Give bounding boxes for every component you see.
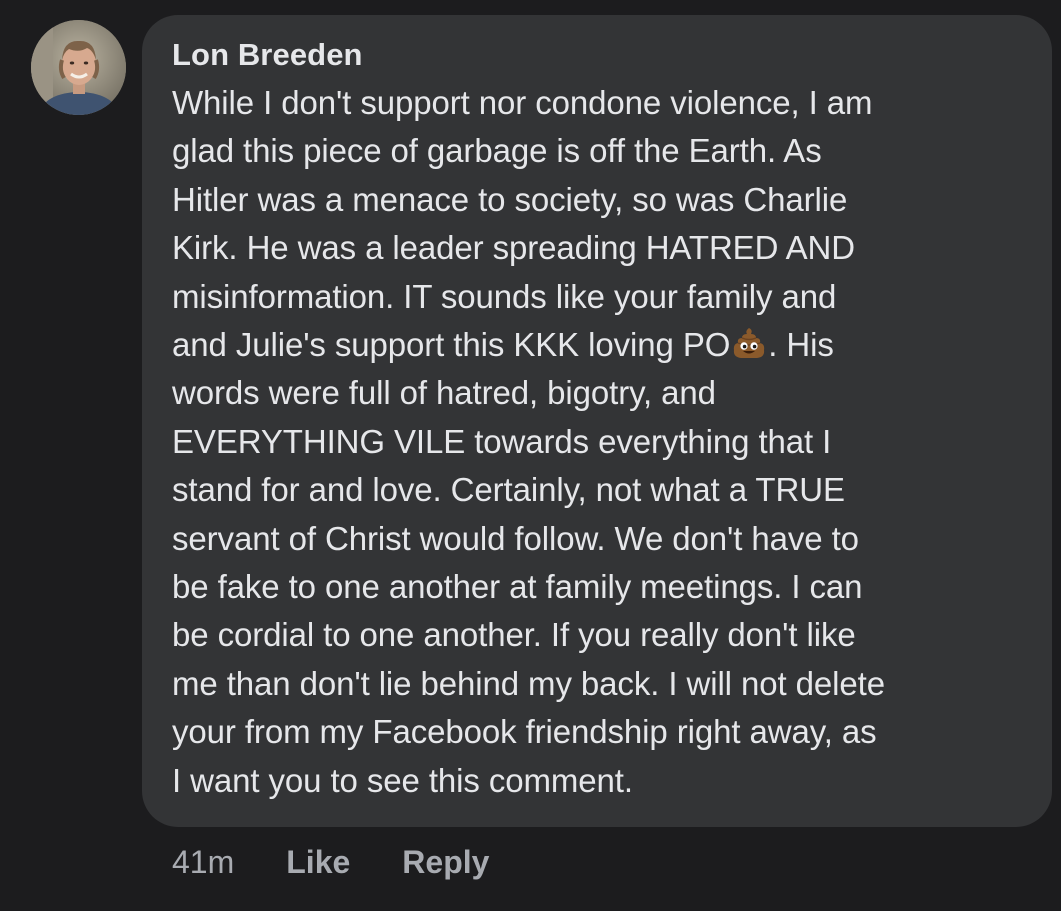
comment-actions: 41m Like Reply [172, 840, 489, 884]
comment-author[interactable]: Lon Breeden [172, 35, 1022, 75]
pile-of-poo-emoji-icon [731, 325, 767, 359]
comment-line: Kirk. He was a leader spreading HATRED A… [172, 229, 855, 267]
comment-line: stand for and love. Certainly, not what … [172, 471, 845, 509]
comment-line: Hitler was a menace to society, so was C… [172, 180, 848, 218]
comment-line: be cordial to one another. If you really… [172, 616, 856, 654]
comment-line: me than don't lie behind my back. I will… [172, 664, 885, 702]
comment-line: be fake to one another at family meeting… [172, 568, 863, 606]
comment-timestamp[interactable]: 41m [172, 844, 234, 881]
comment-line: While I don't support nor condone violen… [172, 84, 873, 121]
comment-line-with-emoji: and Julie's support this KKK loving PO .… [172, 321, 1022, 369]
reply-button[interactable]: Reply [402, 844, 489, 881]
comment-bubble: Lon Breeden While I don't support nor co… [142, 15, 1052, 827]
comment-line: misinformation. IT sounds like your fami… [172, 277, 837, 315]
comment-line: words were full of hatred, bigotry, and [172, 374, 716, 412]
comment-thread: Lon Breeden While I don't support nor co… [0, 0, 1061, 911]
like-button[interactable]: Like [286, 844, 350, 881]
comment-line: glad this piece of garbage is off the Ea… [172, 132, 822, 170]
comment-line-text: and Julie's support this KKK loving PO [172, 326, 731, 364]
comment-line: servant of Christ would follow. We don't… [172, 519, 859, 557]
comment-line: EVERYTHING VILE towards everything that … [172, 422, 832, 460]
profile-photo-icon [31, 20, 126, 115]
avatar[interactable] [31, 20, 126, 115]
comment-line: your from my Facebook friendship right a… [172, 713, 877, 751]
comment-line-text: . His [768, 326, 834, 364]
comment-body: While I don't support nor condone violen… [172, 79, 1022, 805]
comment-line: I want you to see this comment. [172, 761, 633, 799]
